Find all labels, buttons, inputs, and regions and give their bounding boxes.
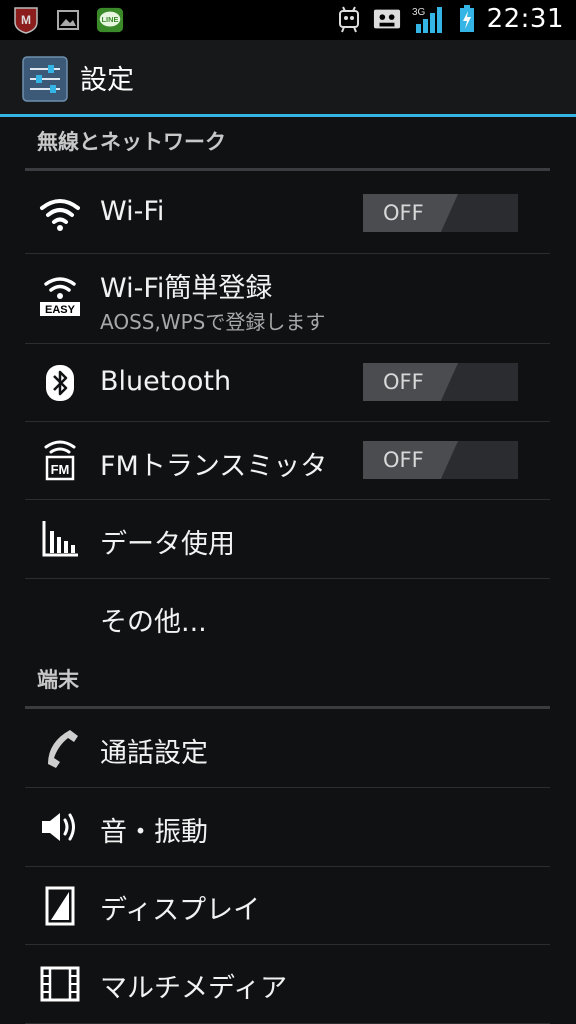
wifi-toggle[interactable]: OFF [363,194,518,232]
cassette-icon [373,5,401,33]
wifi-easy-icon: EASY [37,274,83,320]
picture-icon [54,6,82,34]
svg-text:LINE: LINE [102,15,119,24]
page-title: 設定 [80,65,134,96]
settings-item-title: FMトランスミッタ [100,451,328,482]
settings-item-summary: AOSS,WPSで登録します [100,310,326,334]
settings-item-title: Bluetooth [100,366,232,397]
settings-item-multimedia[interactable]: マルチメディア [25,945,550,1024]
phone-icon [37,725,83,771]
bluetooth-icon [37,360,83,406]
toggle-state-label: OFF [383,370,424,394]
bar-chart-icon [37,516,83,562]
settings-item-title: ディスプレイ [100,895,261,926]
network-type-label: 3G [412,7,426,18]
settings-item-bluetooth[interactable]: Bluetooth OFF [25,344,550,422]
settings-item-title: Wi-Fi簡単登録 [100,273,273,304]
bluetooth-toggle[interactable]: OFF [363,363,518,401]
settings-sliders-icon[interactable] [22,56,68,102]
film-icon [37,961,83,1007]
mcafee-icon: M [12,6,40,34]
battery-icon [457,5,477,33]
settings-item-fm-transmitter[interactable]: FM FMトランスミッタ OFF [25,422,550,500]
clock: 22:31 [486,4,564,34]
status-bar: M LINE 3G 22:31 [0,0,576,40]
easy-badge-label: EASY [45,304,76,316]
toggle-state-label: OFF [383,448,424,472]
settings-item-sound[interactable]: 音・振動 [25,788,550,867]
fm-badge-label: FM [51,462,70,477]
line-icon: LINE [96,6,124,34]
settings-item-title: その他... [100,607,207,638]
robot-icon [335,5,363,33]
settings-item-wifi[interactable]: Wi-Fi OFF [25,174,550,254]
settings-item-data-usage[interactable]: データ使用 [25,500,550,579]
settings-item-title: マルチメディア [100,973,288,1004]
signal-icon: 3G [411,5,447,33]
section-header-wireless: 無線とネットワーク [25,117,550,171]
fm-transmitter-toggle[interactable]: OFF [363,441,518,479]
section-header-label: 無線とネットワーク [37,130,226,154]
speaker-icon [37,804,83,850]
svg-text:M: M [21,13,31,27]
wifi-icon [37,191,83,237]
fm-transmitter-icon: FM [37,436,83,482]
toggle-state-label: OFF [383,201,424,225]
settings-item-title: 通話設定 [100,738,208,769]
settings-item-title: 音・振動 [100,817,208,848]
settings-item-call[interactable]: 通話設定 [25,709,550,788]
section-header-device: 端末 [25,655,550,709]
display-icon [37,883,83,929]
settings-item-wifi-easy[interactable]: EASY Wi-Fi簡単登録 AOSS,WPSで登録します [25,254,550,344]
settings-item-more[interactable]: その他... [25,579,550,657]
settings-item-title: Wi-Fi [100,196,165,227]
settings-item-title: データ使用 [100,529,235,560]
section-header-label: 端末 [37,668,79,692]
settings-item-display[interactable]: ディスプレイ [25,867,550,945]
